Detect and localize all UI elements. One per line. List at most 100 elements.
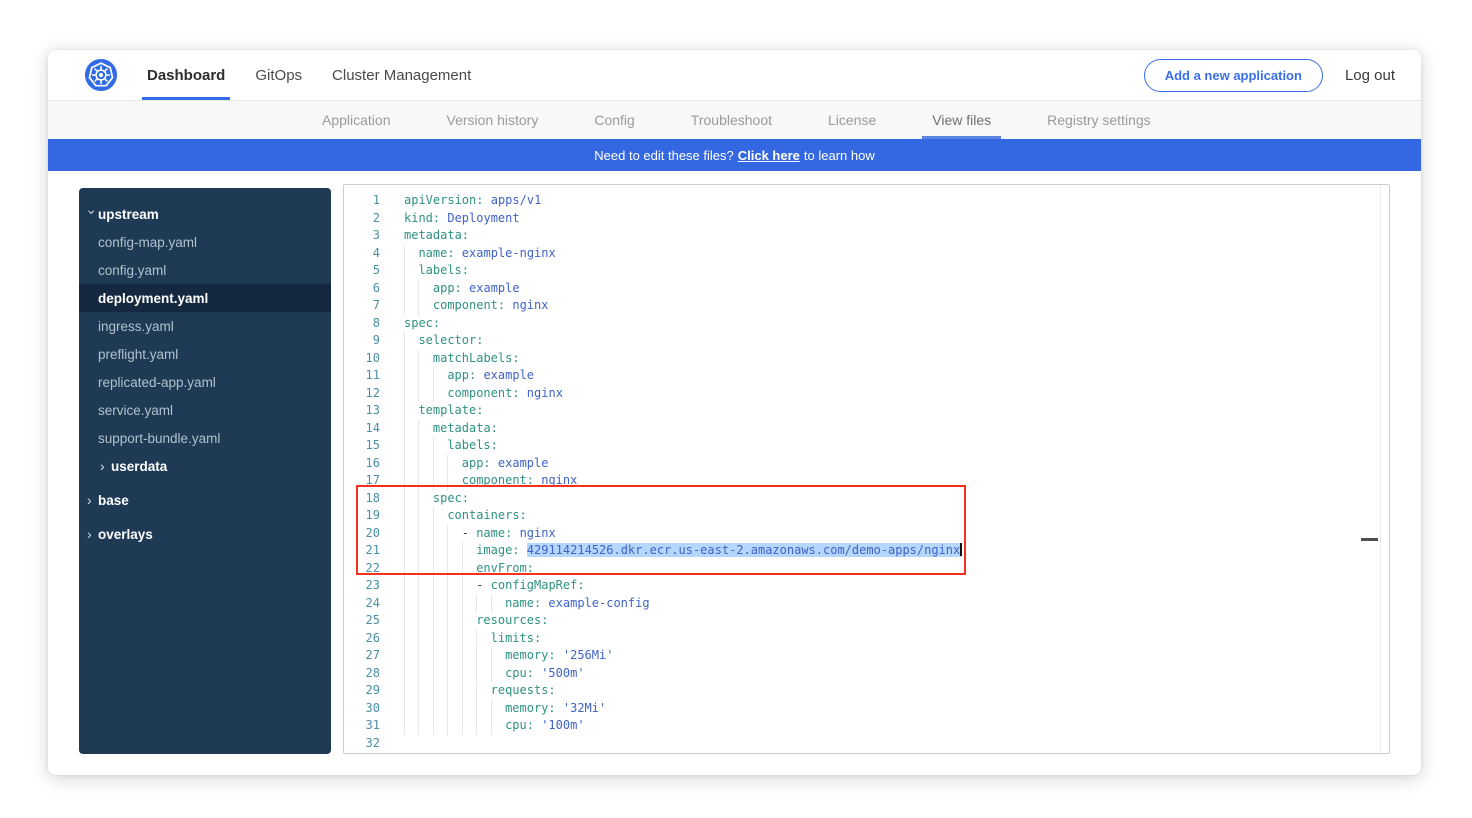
tree-item-config-yaml[interactable]: config.yaml: [79, 256, 331, 284]
tree-item-preflight-yaml[interactable]: preflight.yaml: [79, 340, 331, 368]
code-text: kind: Deployment: [404, 210, 520, 228]
line-number: 25: [344, 612, 404, 630]
subnav-tab-troubleshoot[interactable]: Troubleshoot: [681, 101, 782, 139]
indent-guide: [418, 630, 432, 648]
code-text: limits:: [404, 630, 541, 648]
tree-item-ingress-yaml[interactable]: ingress.yaml: [79, 312, 331, 340]
add-application-button[interactable]: Add a new application: [1144, 59, 1323, 92]
line-number: 18: [344, 490, 404, 508]
code-text: requests:: [404, 682, 556, 700]
indent-guide: [476, 665, 490, 683]
code-text: component: nginx: [404, 385, 563, 403]
indent-guide: [491, 717, 505, 735]
indent-guide: [447, 542, 461, 560]
code-text: - name: nginx: [404, 525, 556, 543]
subnav-tab-view-files[interactable]: View files: [922, 101, 1001, 139]
indent-guide: [433, 717, 447, 735]
tree-item-replicated-app-yaml[interactable]: replicated-app.yaml: [79, 368, 331, 396]
line-number: 31: [344, 717, 404, 735]
indent-guide: [418, 595, 432, 613]
indent-guide: [462, 612, 476, 630]
indent-guide: [404, 490, 418, 508]
indent-guide: [433, 542, 447, 560]
indent-guide: [462, 665, 476, 683]
yaml-file-editor[interactable]: 1apiVersion: apps/v12kind: Deployment3me…: [343, 184, 1390, 754]
indent-guide: [418, 297, 432, 315]
tree-item-base[interactable]: ›base: [79, 486, 331, 514]
subnav-tab-application[interactable]: Application: [312, 101, 401, 139]
tree-item-overlays[interactable]: ›overlays: [79, 520, 331, 548]
code-line: 20- name: nginx: [344, 525, 1389, 543]
indent-guide: [404, 367, 418, 385]
indent-guide: [476, 630, 490, 648]
indent-guide: [418, 682, 432, 700]
code-line: 13template:: [344, 402, 1389, 420]
indent-guide: [418, 472, 432, 490]
tree-item-upstream[interactable]: ›upstream: [79, 200, 331, 228]
indent-guide: [418, 507, 432, 525]
code-text: selector:: [404, 332, 483, 350]
tree-item-userdata[interactable]: ›userdata: [79, 452, 331, 480]
indent-guide: [447, 630, 461, 648]
tree-item-label: service.yaml: [98, 403, 173, 418]
tree-item-label: upstream: [98, 207, 159, 222]
indent-guide: [447, 577, 461, 595]
tree-item-service-yaml[interactable]: service.yaml: [79, 396, 331, 424]
code-line: 5labels:: [344, 262, 1389, 280]
nav-tab-gitops[interactable]: GitOps: [240, 50, 317, 100]
editor-scrollbar[interactable]: [1380, 185, 1389, 753]
code-line: 26limits:: [344, 630, 1389, 648]
indent-guide: [433, 665, 447, 683]
line-number: 9: [344, 332, 404, 350]
indent-guide: [404, 542, 418, 560]
indent-guide: [418, 455, 432, 473]
indent-guide: [491, 665, 505, 683]
indent-guide: [433, 560, 447, 578]
banner-text-after: to learn how: [804, 148, 875, 163]
subnav-tab-registry-settings[interactable]: Registry settings: [1037, 101, 1160, 139]
line-number: 11: [344, 367, 404, 385]
subnav-tab-license[interactable]: License: [818, 101, 886, 139]
indent-guide: [418, 647, 432, 665]
indent-guide: [404, 647, 418, 665]
code-line: 2kind: Deployment: [344, 210, 1389, 228]
indent-guide: [462, 647, 476, 665]
code-line: 23- configMapRef:: [344, 577, 1389, 595]
code-text: memory: '256Mi': [404, 647, 613, 665]
subnav-tab-version-history[interactable]: Version history: [437, 101, 549, 139]
tree-item-label: config-map.yaml: [98, 235, 197, 250]
tree-item-deployment-yaml[interactable]: deployment.yaml: [79, 284, 331, 312]
indent-guide: [418, 437, 432, 455]
chevron-right-icon: ›: [100, 459, 111, 473]
code-line: 4name: example-nginx: [344, 245, 1389, 263]
indent-guide: [418, 367, 432, 385]
line-number: 28: [344, 665, 404, 683]
tree-item-support-bundle-yaml[interactable]: support-bundle.yaml: [79, 424, 331, 452]
kubernetes-logo-icon[interactable]: [84, 58, 118, 92]
indent-guide: [418, 490, 432, 508]
code-line: 25resources:: [344, 612, 1389, 630]
chevron-right-icon: ›: [87, 527, 98, 541]
logout-link[interactable]: Log out: [1345, 67, 1395, 84]
indent-guide: [404, 560, 418, 578]
subnav-tab-config[interactable]: Config: [584, 101, 644, 139]
nav-tab-cluster-management[interactable]: Cluster Management: [317, 50, 486, 100]
code-line: 19containers:: [344, 507, 1389, 525]
indent-guide: [491, 595, 505, 613]
code-text: component: nginx: [404, 472, 577, 490]
indent-guide: [404, 262, 418, 280]
code-text: metadata:: [404, 227, 469, 245]
code-line: 30memory: '32Mi': [344, 700, 1389, 718]
nav-tab-dashboard[interactable]: Dashboard: [132, 50, 240, 100]
indent-guide: [418, 612, 432, 630]
tree-item-config-map-yaml[interactable]: config-map.yaml: [79, 228, 331, 256]
code-line: 22envFrom:: [344, 560, 1389, 578]
line-number: 14: [344, 420, 404, 438]
indent-guide: [433, 647, 447, 665]
indent-guide: [491, 700, 505, 718]
banner-click-here-link[interactable]: Click here: [738, 148, 800, 163]
indent-guide: [404, 682, 418, 700]
line-number: 27: [344, 647, 404, 665]
code-line: 29requests:: [344, 682, 1389, 700]
code-line: 1apiVersion: apps/v1: [344, 192, 1389, 210]
